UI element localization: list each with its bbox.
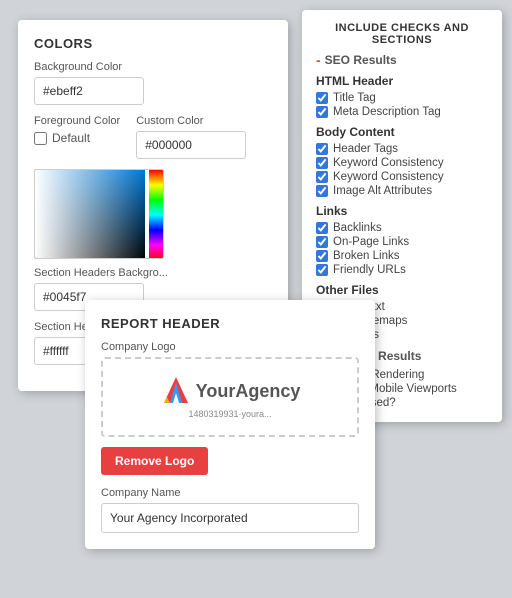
- check-title-tag: Title Tag: [316, 91, 488, 105]
- default-checkbox[interactable]: [34, 132, 47, 145]
- seo-minus-icon: -: [316, 52, 321, 68]
- custom-color-input[interactable]: [136, 131, 246, 159]
- background-color-input[interactable]: [34, 77, 144, 105]
- links-label: Links: [316, 204, 488, 218]
- background-color-field: Background Color: [34, 61, 272, 105]
- checkbox-broken-links[interactable]: [316, 250, 328, 262]
- check-friendly-urls: Friendly URLs: [316, 263, 488, 277]
- label-header-tags: Header Tags: [333, 143, 398, 155]
- label-onpage-links: On-Page Links: [333, 236, 409, 248]
- custom-color-field: Custom Color: [136, 115, 246, 159]
- checkbox-keyword-2[interactable]: [316, 171, 328, 183]
- default-label: Default: [52, 131, 90, 145]
- label-backlinks: Backlinks: [333, 222, 382, 234]
- company-name-label: Company Name: [101, 487, 359, 499]
- logo-brand-name: YourAgency: [196, 381, 301, 402]
- check-broken-links: Broken Links: [316, 249, 488, 263]
- company-name-input[interactable]: [101, 503, 359, 533]
- default-checkbox-row: Default: [34, 131, 120, 145]
- checkbox-meta-desc[interactable]: [316, 106, 328, 118]
- logo-sub-text: 1480319931·youra...: [188, 409, 271, 419]
- section-headers-bg-label: Section Headers Backgro...: [34, 267, 272, 279]
- label-broken-links: Broken Links: [333, 250, 399, 262]
- html-header-label: HTML Header: [316, 74, 488, 88]
- check-meta-desc: Meta Description Tag: [316, 105, 488, 119]
- checkbox-title-tag[interactable]: [316, 92, 328, 104]
- foreground-color-label: Foreground Color: [34, 115, 120, 127]
- body-content-label: Body Content: [316, 125, 488, 139]
- logo-upload-area[interactable]: YourAgency 1480319931·youra...: [101, 357, 359, 437]
- background-color-label: Background Color: [34, 61, 272, 73]
- checkbox-image-alt[interactable]: [316, 185, 328, 197]
- check-keyword-2: Keyword Consistency: [316, 170, 488, 184]
- checkbox-header-tags[interactable]: [316, 143, 328, 155]
- foreground-custom-row: Foreground Color Default Custom Color: [34, 115, 272, 159]
- custom-color-label: Custom Color: [136, 115, 246, 127]
- checkbox-backlinks[interactable]: [316, 222, 328, 234]
- checkbox-onpage-links[interactable]: [316, 236, 328, 248]
- logo-text-main: YourAgency: [160, 375, 301, 407]
- foreground-color-field: Foreground Color Default: [34, 115, 120, 145]
- report-panel: REPORT HEADER Company Logo YourAgency 14…: [85, 300, 375, 549]
- report-title: REPORT HEADER: [101, 316, 359, 331]
- color-gradient: [35, 170, 145, 259]
- checks-title: INCLUDE CHECKS AND SECTIONS: [316, 22, 488, 46]
- checkbox-keyword-1[interactable]: [316, 157, 328, 169]
- label-meta-desc: Meta Description Tag: [333, 106, 441, 118]
- seo-toggle[interactable]: - SEO Results: [316, 52, 488, 68]
- label-title-tag: Title Tag: [333, 92, 376, 104]
- seo-toggle-label: SEO Results: [325, 53, 397, 67]
- other-files-label: Other Files: [316, 283, 488, 297]
- check-image-alt: Image Alt Attributes: [316, 184, 488, 198]
- logo-placeholder: YourAgency 1480319931·youra...: [160, 375, 301, 419]
- label-image-alt: Image Alt Attributes: [333, 185, 432, 197]
- check-header-tags: Header Tags: [316, 142, 488, 156]
- colors-title: COLORS: [34, 36, 272, 51]
- label-keyword-1: Keyword Consistency: [333, 157, 444, 169]
- check-onpage-links: On-Page Links: [316, 235, 488, 249]
- label-friendly-urls: Friendly URLs: [333, 264, 406, 276]
- check-backlinks: Backlinks: [316, 221, 488, 235]
- color-picker[interactable]: [34, 169, 164, 259]
- remove-logo-button[interactable]: Remove Logo: [101, 447, 208, 475]
- agency-logo-icon: [160, 375, 192, 407]
- label-keyword-2: Keyword Consistency: [333, 171, 444, 183]
- company-logo-label: Company Logo: [101, 341, 359, 353]
- hue-bar[interactable]: [149, 170, 163, 259]
- check-keyword-1: Keyword Consistency: [316, 156, 488, 170]
- checkbox-friendly-urls[interactable]: [316, 264, 328, 276]
